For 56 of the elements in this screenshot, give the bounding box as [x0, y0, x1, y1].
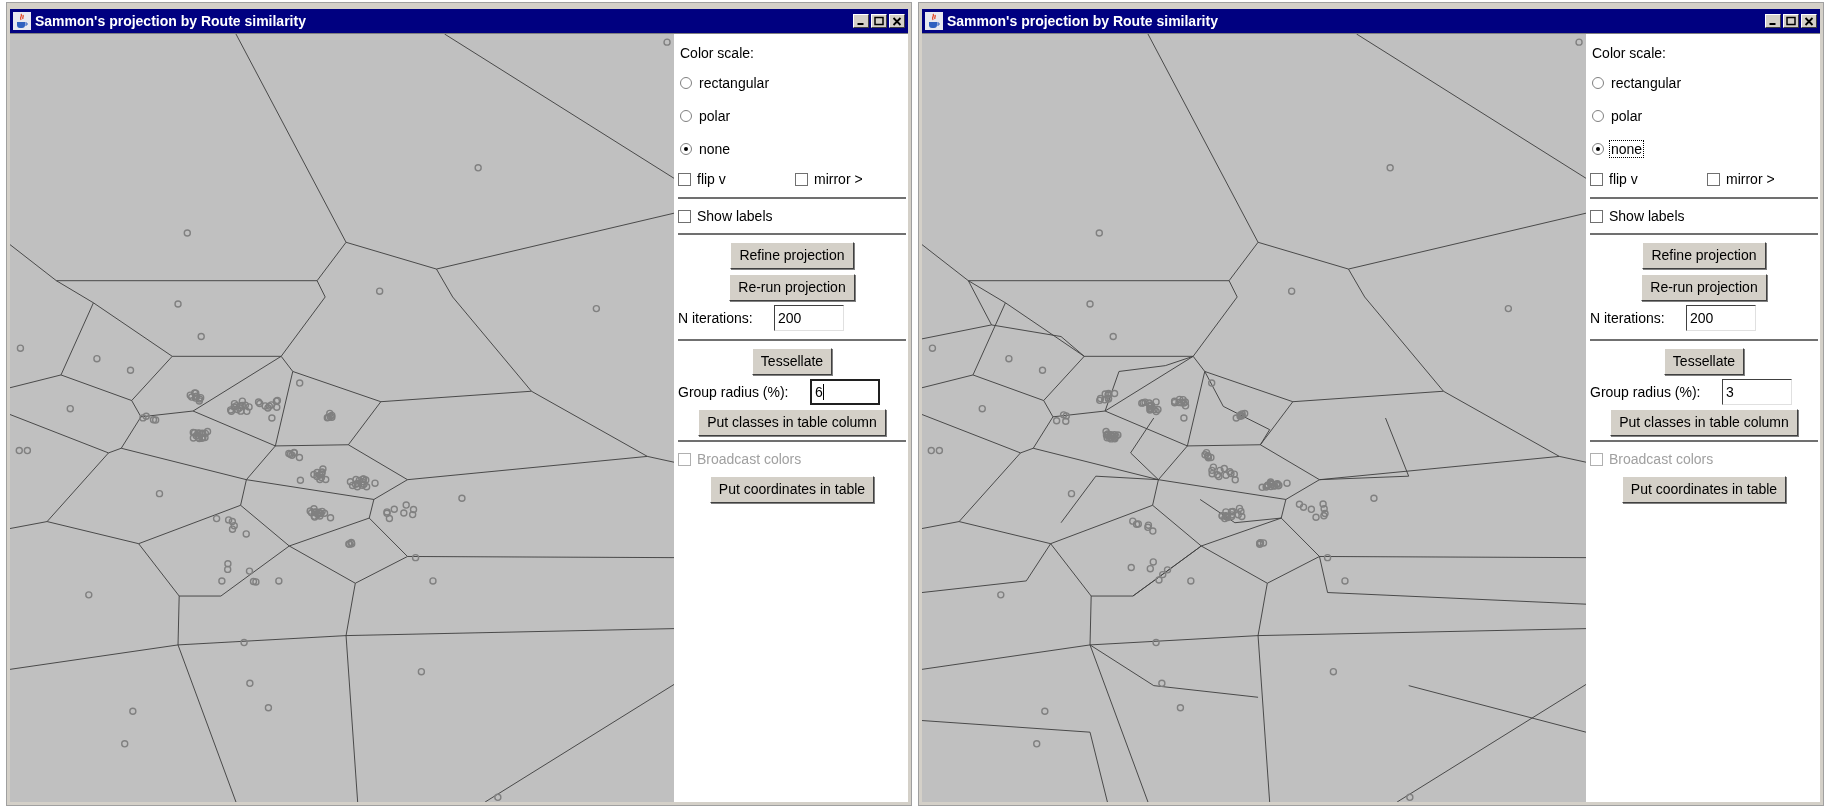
checkbox[interactable]: [1707, 172, 1720, 186]
checkbox-label: Show labels: [1609, 206, 1685, 226]
color-scale-label: Color scale:: [1591, 44, 1667, 63]
iterations-label: N iterations:: [1590, 308, 1666, 328]
radio-button[interactable]: [680, 109, 692, 122]
text-field[interactable]: 200: [1686, 305, 1756, 331]
radio-label: rectangular: [698, 73, 771, 92]
tessellate-button[interactable]: Tessellate: [1663, 348, 1745, 375]
radio-label: none: [1609, 139, 1645, 158]
refine-projection-button[interactable]: Refine projection: [1642, 242, 1766, 269]
iterations-label: N iterations:: [678, 308, 754, 328]
window-title: Sammon's projection by Route similarity: [947, 11, 1219, 31]
radio-button[interactable]: [680, 76, 692, 89]
group-radius-label: Group radius (%):: [678, 382, 790, 402]
put-classes-button[interactable]: Put classes in table column: [698, 409, 886, 436]
checkbox-label: flip v: [1609, 169, 1638, 189]
text-field[interactable]: 6: [810, 379, 880, 405]
checkbox[interactable]: [795, 172, 808, 186]
tessellate-button[interactable]: Tessellate: [751, 348, 833, 375]
checkbox[interactable]: [678, 209, 691, 223]
text-field[interactable]: 3: [1722, 379, 1792, 405]
rerun-projection-button[interactable]: Re-run projection: [1641, 274, 1767, 301]
text-field[interactable]: 200: [774, 305, 844, 331]
checkbox-label: mirror >: [814, 169, 863, 189]
cup-icon: [925, 12, 943, 30]
checkbox[interactable]: [678, 172, 691, 186]
radio-button[interactable]: [680, 142, 692, 155]
refine-projection-button[interactable]: Refine projection: [730, 242, 854, 269]
checkbox-label: flip v: [697, 169, 726, 189]
put-coordinates-button[interactable]: Put coordinates in table: [1621, 476, 1787, 503]
minimize-icon[interactable]: [1765, 14, 1781, 28]
maximize-icon[interactable]: [1783, 14, 1799, 28]
color-scale-label: Color scale:: [679, 44, 755, 63]
checkbox[interactable]: [1590, 172, 1603, 186]
checkbox-label: mirror >: [1726, 169, 1775, 189]
window-title: Sammon's projection by Route similarity: [35, 11, 307, 31]
radio-label: none: [698, 139, 732, 158]
radio-label: rectangular: [1610, 73, 1683, 92]
checkbox-label: Show labels: [697, 206, 773, 226]
minimize-icon[interactable]: [853, 14, 869, 28]
radio-button[interactable]: [1592, 142, 1604, 155]
radio-button[interactable]: [1592, 109, 1604, 122]
cup-icon: [13, 12, 31, 30]
checkbox-label: Broadcast colors: [1609, 449, 1714, 469]
put-classes-button[interactable]: Put classes in table column: [1610, 409, 1798, 436]
close-icon[interactable]: [1801, 14, 1817, 28]
put-coordinates-button[interactable]: Put coordinates in table: [709, 476, 875, 503]
checkbox[interactable]: [1590, 209, 1603, 223]
radio-label: polar: [698, 106, 732, 125]
radio-button[interactable]: [1592, 76, 1604, 89]
maximize-icon[interactable]: [871, 14, 887, 28]
rerun-projection-button[interactable]: Re-run projection: [729, 274, 855, 301]
group-radius-label: Group radius (%):: [1590, 382, 1702, 402]
radio-label: polar: [1610, 106, 1644, 125]
checkbox-label: Broadcast colors: [697, 449, 802, 469]
close-icon[interactable]: [889, 14, 905, 28]
